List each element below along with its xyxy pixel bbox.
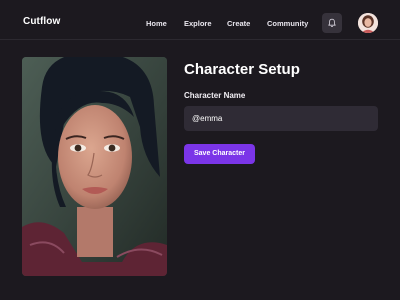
bell-icon [328, 18, 336, 27]
nav-home[interactable]: Home [146, 19, 167, 28]
user-avatar[interactable] [358, 13, 378, 33]
save-character-button[interactable]: Save Character [184, 144, 255, 164]
character-name-label: Character Name [184, 91, 246, 100]
app-logo[interactable]: Cutflow [23, 16, 60, 27]
nav-explore[interactable]: Explore [184, 19, 212, 28]
avatar-image [358, 13, 378, 33]
top-navigation-bar: Cutflow Home Explore Create Community [0, 0, 400, 40]
nav-create[interactable]: Create [227, 19, 250, 28]
nav-community[interactable]: Community [267, 19, 308, 28]
page-title: Character Setup [184, 61, 300, 78]
character-name-input[interactable] [184, 106, 378, 131]
notifications-button[interactable] [322, 13, 342, 33]
character-portrait-image [22, 57, 167, 276]
